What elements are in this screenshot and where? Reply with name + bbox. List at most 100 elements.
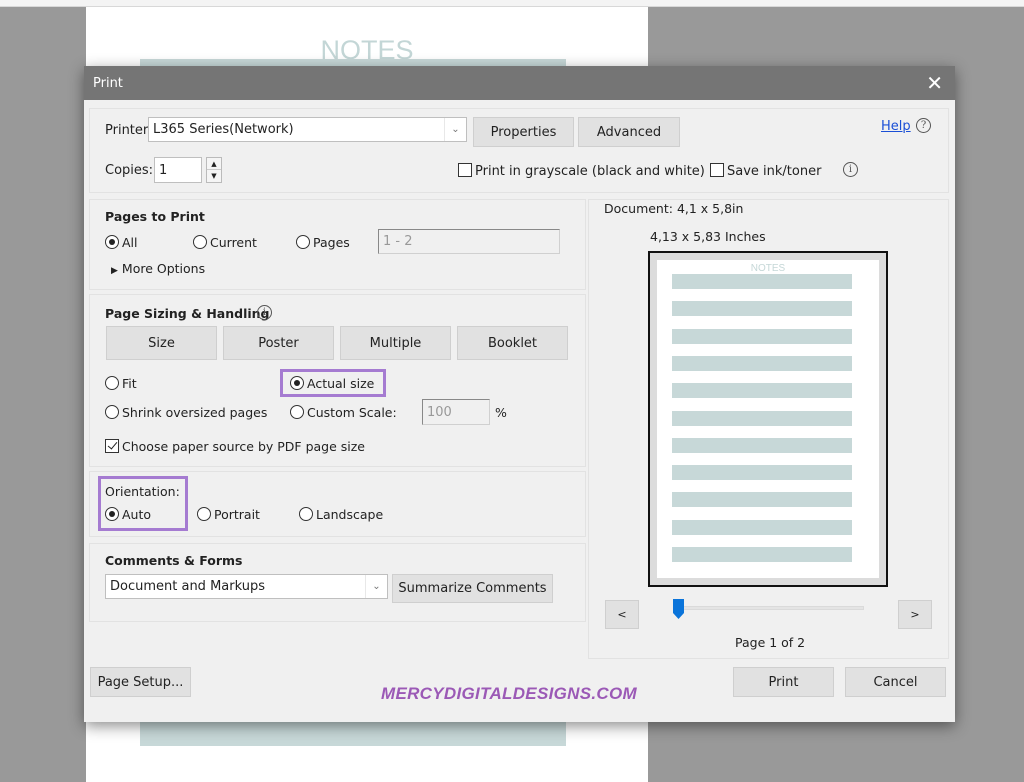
stepper-up-icon[interactable]: ▲ [207,158,221,170]
radio-actual-size-icon[interactable] [290,376,304,390]
comments-forms-value: Document and Markups [110,579,265,594]
copies-stepper[interactable]: ▲ ▼ [206,157,222,183]
preview-notes-line [672,301,852,317]
cancel-button[interactable]: Cancel [845,667,946,697]
radio-shrink[interactable]: Shrink oversized pages [105,405,267,420]
tab-size[interactable]: Size [106,326,217,360]
printer-label: Printer: [105,123,153,138]
page-setup-button[interactable]: Page Setup... [90,667,191,697]
radio-shrink-icon[interactable] [105,405,119,419]
printer-select[interactable]: L365 Series(Network) ⌄ [148,117,467,142]
save-ink-checkbox[interactable]: Save ink/toner [710,163,821,179]
copies-label: Copies: [105,163,154,178]
page-sizing-info-icon[interactable]: i [257,305,272,320]
watermark-text: MERCYDIGITALDESIGNS.COM [381,684,637,703]
dialog-title: Print [93,75,123,91]
comments-forms-heading: Comments & Forms [105,553,243,568]
print-button[interactable]: Print [733,667,834,697]
radio-portrait[interactable]: Portrait [197,507,260,522]
radio-shrink-label: Shrink oversized pages [122,405,268,420]
radio-auto[interactable]: Auto [105,507,151,522]
preview-notes-line [672,465,852,481]
custom-scale-input[interactable]: 100 [422,399,490,425]
radio-custom-scale[interactable]: Custom Scale: [290,405,397,420]
tab-poster[interactable]: Poster [223,326,334,360]
tab-multiple[interactable]: Multiple [340,326,451,360]
copies-input[interactable]: 1 [154,157,202,183]
help-link[interactable]: Help [881,119,911,134]
stepper-down-icon[interactable]: ▼ [207,170,221,182]
orientation-label: Orientation: [105,484,180,499]
radio-current-label: Current [210,235,257,250]
paper-source-check-icon[interactable] [105,439,119,453]
radio-fit[interactable]: Fit [105,376,137,391]
radio-pages-label: Pages [313,235,350,250]
document-size: Document: 4,1 x 5,8in [604,201,744,216]
info-icon[interactable]: i [843,162,858,177]
page-slider-thumb[interactable] [672,598,685,620]
properties-button[interactable]: Properties [473,117,574,147]
radio-pages-icon[interactable] [296,235,310,249]
radio-portrait-icon[interactable] [197,507,211,521]
page-sizing-heading: Page Sizing & Handling [105,306,270,321]
radio-auto-label: Auto [122,507,152,522]
print-dialog: Print ✕ Printer: L365 Series(Network) ⌄ … [84,66,955,722]
preview-notes-line [672,410,852,426]
radio-landscape-label: Landscape [316,507,384,522]
page-status: Page 1 of 2 [735,635,806,650]
preview-notes-line [672,547,852,562]
summarize-comments-button[interactable]: Summarize Comments [392,574,553,603]
radio-custom-scale-icon[interactable] [290,405,304,419]
copies-value: 1 [159,162,168,178]
prev-page-button[interactable]: < [605,600,639,629]
radio-pages[interactable]: Pages [296,235,350,250]
help-question-icon[interactable]: ? [916,118,931,133]
page-preview: NOTES [648,251,888,587]
tab-booklet[interactable]: Booklet [457,326,568,360]
save-ink-check-icon[interactable] [710,163,724,177]
pages-range-value: 1 - 2 [383,234,413,249]
radio-fit-label: Fit [122,376,137,391]
preview-sheet-title: NOTES [750,263,786,274]
paper-size: 4,13 x 5,83 Inches [650,229,766,244]
custom-scale-value: 100 [427,404,452,420]
percent-sign: % [495,405,507,420]
page-slider-track[interactable] [674,606,864,610]
advanced-button[interactable]: Advanced [578,117,680,147]
radio-all[interactable]: All [105,235,138,250]
preview-sheet: NOTES [657,260,879,578]
triangle-right-icon: ▶ [111,266,118,276]
save-ink-label: Save ink/toner [727,164,822,179]
grayscale-checkbox[interactable]: Print in grayscale (black and white) [458,163,705,179]
printer-value: L365 Series(Network) [153,122,294,137]
radio-landscape-icon[interactable] [299,507,313,521]
preview-notes-line [672,274,852,289]
preview-notes-line [672,383,852,399]
radio-auto-icon[interactable] [105,507,119,521]
more-options-toggle[interactable]: ▶ More Options [111,261,205,276]
radio-all-label: All [122,235,138,250]
preview-notes-line [672,492,852,508]
more-options-label: More Options [121,261,206,276]
radio-fit-icon[interactable] [105,376,119,390]
preview-notes-line [672,328,852,344]
close-icon[interactable]: ✕ [926,73,943,93]
preview-notes-line [672,519,852,535]
grayscale-label: Print in grayscale (black and white) [475,164,705,179]
paper-source-checkbox[interactable]: Choose paper source by PDF page size [105,439,365,454]
paper-source-label: Choose paper source by PDF page size [122,439,365,454]
top-strip [0,0,1024,7]
grayscale-check-icon[interactable] [458,163,472,177]
radio-actual-size[interactable]: Actual size [290,376,374,391]
pages-to-print-heading: Pages to Print [105,209,205,224]
radio-current[interactable]: Current [193,235,257,250]
radio-landscape[interactable]: Landscape [299,507,383,522]
next-page-button[interactable]: > [898,600,932,629]
radio-current-icon[interactable] [193,235,207,249]
radio-portrait-label: Portrait [214,507,260,522]
chevron-down-icon[interactable]: ⌄ [444,118,466,141]
pages-range-input[interactable]: 1 - 2 [378,229,560,254]
chevron-down-icon[interactable]: ⌄ [365,575,387,598]
radio-all-icon[interactable] [105,235,119,249]
comments-forms-select[interactable]: Document and Markups ⌄ [105,574,388,599]
